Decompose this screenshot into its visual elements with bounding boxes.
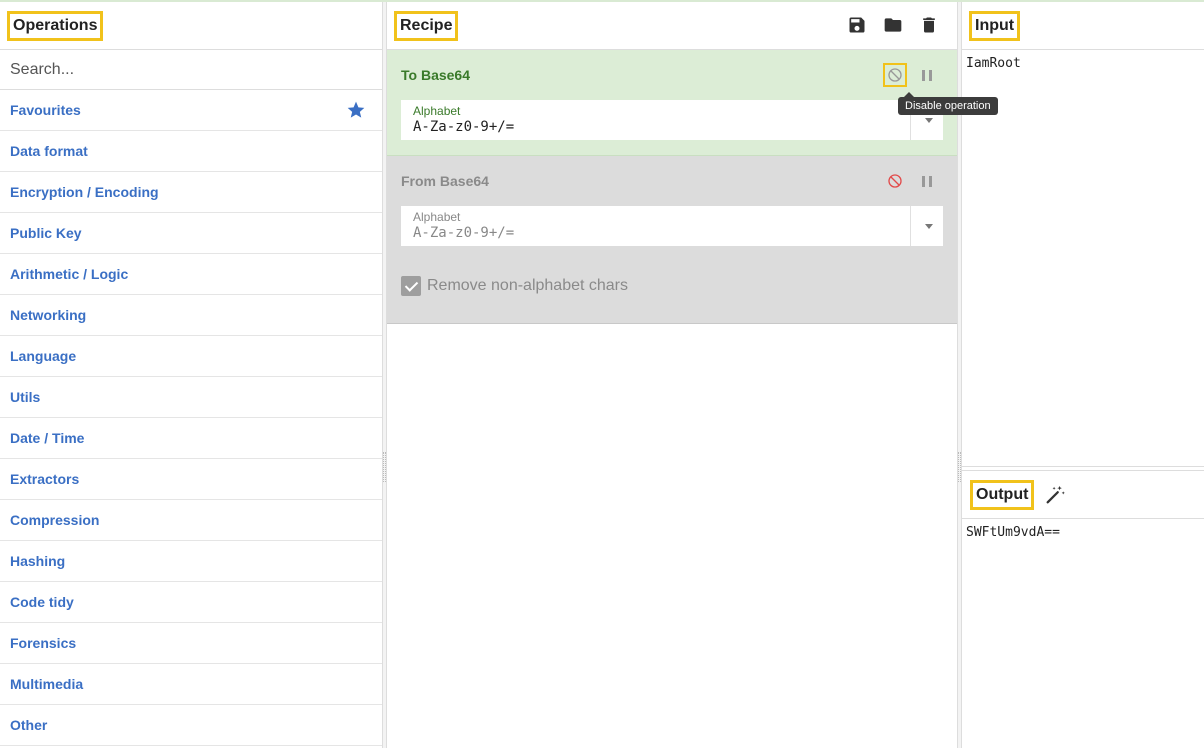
category-label: Utils [10,389,41,405]
category-compression[interactable]: Compression [0,500,382,541]
breakpoint-button[interactable] [915,169,939,193]
output-section: Output SWFtUm9vdA== [962,470,1204,748]
category-other[interactable]: Other [0,705,382,746]
pause-icon [922,175,932,187]
remove-non-alphabet-checkbox[interactable] [401,276,421,296]
save-icon[interactable] [847,15,867,35]
breakpoint-button[interactable] [915,63,939,87]
category-label: Date / Time [10,430,85,446]
category-label: Compression [10,512,100,528]
star-icon [347,101,365,118]
enable-operation-button[interactable] [883,169,907,193]
category-list: Favourites Data format Encryption / Enco… [0,90,382,746]
category-label: Forensics [10,635,77,651]
category-label: Data format [10,143,88,159]
checkbox-label: Remove non-alphabet chars [427,277,629,294]
op-title: From Base64 [401,173,489,189]
input-textarea[interactable]: IamRoot [962,50,1204,77]
field-separator [910,206,911,246]
category-networking[interactable]: Networking [0,295,382,336]
recipe-op-from-base64: From Base64 Alphabet A-Za-z0-9+/= Remove… [387,156,957,324]
disable-icon [888,68,902,82]
alphabet-select[interactable]: Alphabet A-Za-z0-9+/= [401,100,943,140]
recipe-title: Recipe [394,10,459,41]
category-encryption-encoding[interactable]: Encryption / Encoding [0,172,382,213]
output-title: Output [970,479,1035,510]
category-label: Arithmetic / Logic [10,266,129,282]
chevron-down-icon[interactable] [925,118,933,123]
category-favourites[interactable]: Favourites [0,90,382,131]
category-forensics[interactable]: Forensics [0,623,382,664]
magic-wand-icon[interactable] [1044,484,1066,506]
op-controls [883,63,939,87]
remove-non-alphabet-option: Remove non-alphabet chars [401,276,628,296]
recipe-op-to-base64: To Base64 Alphabet A-Za-z0-9+/= [387,50,957,156]
category-label: Hashing [10,553,66,569]
output-header: Output [962,471,1204,519]
category-label: Language [10,348,77,364]
category-label: Multimedia [10,676,84,692]
category-label: Networking [10,307,87,323]
category-arithmetic-logic[interactable]: Arithmetic / Logic [0,254,382,295]
trash-icon[interactable] [919,15,939,35]
alphabet-value: A-Za-z0-9+/= [413,225,515,241]
search-input[interactable] [10,60,382,79]
category-label: Other [10,717,48,733]
alphabet-label: Alphabet [413,210,461,224]
category-label: Encryption / Encoding [10,184,159,200]
category-multimedia[interactable]: Multimedia [0,664,382,705]
op-title: To Base64 [401,67,470,83]
chevron-down-icon[interactable] [925,224,933,229]
category-language[interactable]: Language [0,336,382,377]
search-bar [0,50,382,90]
alphabet-label: Alphabet [413,104,461,118]
pause-icon [922,69,932,81]
disable-operation-tooltip: Disable operation [898,92,998,115]
category-public-key[interactable]: Public Key [0,213,382,254]
category-label: Favourites [10,102,81,118]
category-code-tidy[interactable]: Code tidy [0,582,382,623]
category-utils[interactable]: Utils [0,377,382,418]
alphabet-value: A-Za-z0-9+/= [413,119,515,135]
category-label: Extractors [10,471,80,487]
op-controls [883,169,939,193]
operations-title: Operations [7,10,104,41]
output-text[interactable]: SWFtUm9vdA== [962,519,1204,546]
recipe-header: Recipe [387,2,957,50]
input-section: Input IamRoot [962,2,1204,467]
operations-pane: Operations Favourites Data format Encryp… [0,2,383,748]
category-hashing[interactable]: Hashing [0,541,382,582]
cyberchef-app: Operations Favourites Data format Encryp… [0,0,1204,748]
category-label: Code tidy [10,594,74,610]
category-extractors[interactable]: Extractors [0,459,382,500]
folder-icon[interactable] [883,15,903,35]
io-pane: Input IamRoot Output SWFtUm9vdA== [961,2,1204,748]
operations-header: Operations [0,2,382,50]
input-title: Input [969,10,1021,41]
disable-operation-button[interactable] [883,63,907,87]
input-header: Input [962,2,1204,50]
category-data-format[interactable]: Data format [0,131,382,172]
recipe-toolbar [847,15,939,35]
disable-icon [888,174,902,188]
recipe-pane: Recipe To Base64 Alphabet A-Za-z0-9+/= F… [386,2,958,748]
category-label: Public Key [10,225,82,241]
alphabet-select[interactable]: Alphabet A-Za-z0-9+/= [401,206,943,246]
category-date-time[interactable]: Date / Time [0,418,382,459]
